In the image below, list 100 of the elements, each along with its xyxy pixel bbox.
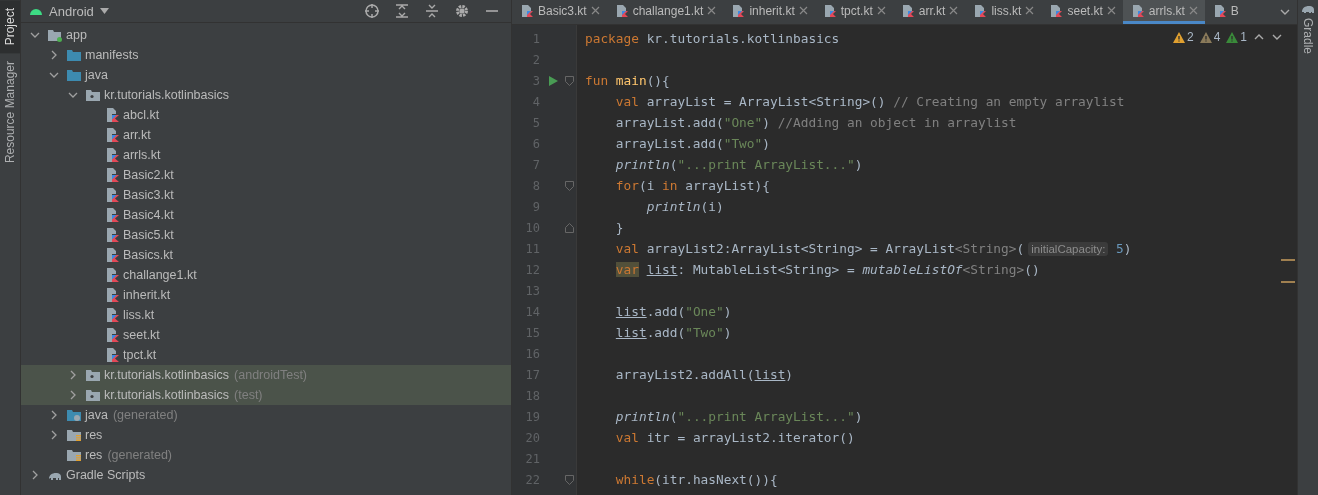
view-selector[interactable]: Android [29, 3, 109, 19]
tree-item[interactable]: arr.kt [21, 125, 511, 145]
editor-tab[interactable]: arrls.kt [1122, 0, 1205, 24]
tree-item[interactable]: liss.kt [21, 305, 511, 325]
kotlin-file-icon [1212, 3, 1227, 18]
side-tab[interactable]: Project [0, 0, 20, 54]
tree-item-label: Basic3.kt [123, 188, 174, 202]
kotlin-file-icon [104, 307, 120, 323]
code-line: println(i) [645, 199, 724, 214]
editor-tab[interactable]: tpct.kt [814, 0, 893, 24]
tree-item[interactable]: inherit.kt [21, 285, 511, 305]
code-line: for(i in arrayList){ [614, 178, 770, 193]
folder-icon [66, 47, 82, 63]
tree-item-label: java [85, 408, 108, 422]
tree-item[interactable]: Basic2.kt [21, 165, 511, 185]
tree-item[interactable]: abcl.kt [21, 105, 511, 125]
inspection-count[interactable]: 2 [1172, 30, 1194, 44]
settings-icon[interactable] [454, 3, 470, 19]
tree-item-label: Gradle Scripts [66, 468, 146, 482]
close-icon[interactable] [1025, 6, 1035, 15]
kotlin-file-icon [104, 327, 120, 343]
tree-item[interactable]: arrls.kt [21, 145, 511, 165]
kotlin-file-icon [900, 3, 915, 18]
close-icon[interactable] [1188, 6, 1198, 15]
editor-tab[interactable]: challange1.kt [606, 0, 724, 24]
tree-item-label: arrls.kt [123, 148, 161, 162]
tree-item-label: seet.kt [123, 328, 160, 342]
play-icon[interactable] [548, 75, 558, 86]
tree-item-label: res [85, 428, 103, 442]
kotlin-file-icon [520, 3, 534, 18]
code-line: package kr.tutorials.kotlinbasics [585, 31, 840, 46]
collapse-all-icon[interactable] [424, 3, 440, 19]
kotlin-file-icon [614, 3, 629, 18]
tree-item[interactable]: Gradle Scripts [21, 465, 511, 485]
tree-item[interactable]: challange1.kt [21, 265, 511, 285]
editor-tab[interactable]: seet.kt [1041, 0, 1123, 24]
tree-item[interactable]: Basic5.kt [21, 225, 511, 245]
kotlin-file-icon [104, 187, 120, 203]
fold-icon[interactable] [564, 180, 574, 191]
tree-item-note: (generated) [107, 448, 172, 462]
code-line: println("...print ArrayList...") [614, 157, 863, 172]
editor-tab[interactable]: Basic3.kt [512, 0, 607, 24]
close-icon[interactable] [876, 6, 886, 15]
tree-item-label: kr.tutorials.kotlinbasics [104, 388, 230, 402]
tree-item[interactable]: seet.kt [21, 325, 511, 345]
scroll-marker[interactable] [1281, 281, 1295, 283]
close-icon[interactable] [707, 6, 717, 15]
tree-item[interactable]: app [21, 25, 511, 45]
tree-item[interactable]: java [21, 65, 511, 85]
tree-item[interactable]: res (generated) [21, 445, 511, 465]
close-icon[interactable] [949, 6, 959, 15]
tree-item-label: Basics.kt [123, 248, 173, 262]
tree-item[interactable]: java (generated) [21, 405, 511, 425]
scroll-marker[interactable] [1281, 259, 1295, 261]
editor-tab[interactable]: arr.kt [892, 0, 966, 24]
code-line: } [614, 220, 624, 235]
package-icon [85, 87, 101, 103]
code-line: val arrayList = ArrayList<String>() // Creating an empty arraylist [614, 94, 1125, 109]
warning-icon [1172, 31, 1185, 43]
fold-icon[interactable] [564, 474, 574, 485]
code-line: val arrayList2:ArrayList<String> = ArrayList<String>( initialCapacity: 5) [614, 241, 1132, 256]
kotlin-file-icon [731, 3, 746, 18]
target-icon[interactable] [364, 3, 380, 19]
tree-item-note: (generated) [112, 408, 178, 422]
tree-item-label: Basic5.kt [123, 228, 174, 242]
kotlin-file-icon [104, 227, 120, 243]
tree-item[interactable]: manifests [21, 45, 511, 65]
tree-item-label: inherit.kt [123, 288, 171, 302]
tree-item-label: liss.kt [123, 308, 155, 322]
expand-all-icon[interactable] [394, 3, 410, 19]
tree-item[interactable]: Basics.kt [21, 245, 511, 265]
tree-item-label: abcl.kt [123, 108, 160, 122]
tree-item[interactable]: Basic3.kt [21, 185, 511, 205]
fold-icon[interactable] [564, 75, 574, 86]
close-icon[interactable] [1106, 6, 1116, 15]
warning-icon [1199, 31, 1212, 43]
side-tab[interactable]: Gradle [1301, 18, 1315, 55]
elephant-icon [1301, 4, 1315, 14]
tree-item-label: tpct.kt [123, 348, 157, 362]
kotlin-file-icon [104, 127, 120, 143]
code-line: while(itr.hasNext()){ [614, 472, 778, 487]
tree-item[interactable]: Basic4.kt [21, 205, 511, 225]
tree-item[interactable]: kr.tutorials.kotlinbasics [21, 85, 511, 105]
tree-item[interactable]: res [21, 425, 511, 445]
side-tab[interactable]: Resource Manager [0, 53, 20, 172]
fold-icon[interactable] [564, 222, 574, 233]
close-icon[interactable] [798, 6, 808, 15]
caret-icon [99, 8, 109, 14]
module-folder-icon [47, 27, 63, 43]
warning-icon [1226, 31, 1239, 43]
inspection-count[interactable]: 4 [1199, 30, 1221, 44]
editor-tab[interactable]: inherit.kt [723, 0, 815, 24]
close-icon[interactable] [590, 6, 600, 15]
inspection-count[interactable]: 1 [1226, 30, 1247, 44]
tree-item[interactable]: tpct.kt [21, 345, 511, 365]
resource-folder-icon [66, 447, 82, 463]
editor-tab[interactable]: liss.kt [965, 0, 1042, 24]
kotlin-file-icon [104, 247, 120, 263]
editor-tab[interactable]: B [1204, 0, 1246, 24]
code-line: arrayList.add("Two") [614, 136, 770, 151]
